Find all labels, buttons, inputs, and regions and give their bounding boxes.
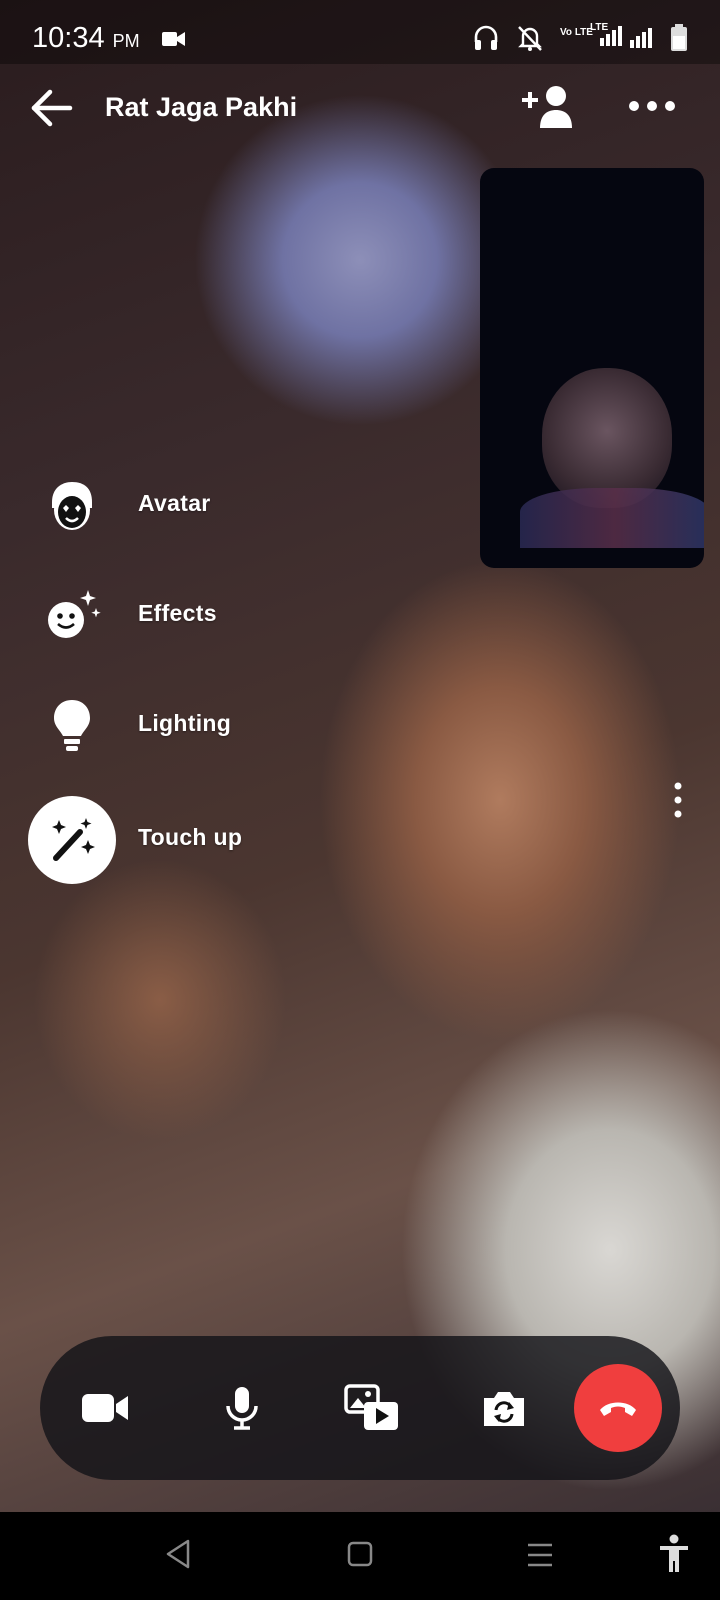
ampm-text: PM bbox=[112, 31, 140, 51]
system-navigation-bar bbox=[0, 1512, 720, 1600]
menu-item-touch-up[interactable]: Touch up bbox=[28, 796, 328, 884]
notifications-off-icon bbox=[518, 26, 542, 51]
self-view-video[interactable] bbox=[480, 168, 704, 568]
vertical-more-icon[interactable] bbox=[668, 780, 688, 820]
self-view-face bbox=[542, 368, 672, 508]
volte-text: Vo LTE bbox=[560, 27, 593, 38]
headphones-icon bbox=[474, 25, 498, 50]
video-camera-icon bbox=[162, 32, 185, 46]
menu-label-touch-up: Touch up bbox=[138, 824, 243, 850]
signal-icon bbox=[630, 28, 652, 48]
microphone-button[interactable] bbox=[202, 1368, 282, 1448]
time-text: 10:34 bbox=[32, 22, 105, 54]
self-view-clothing bbox=[520, 488, 704, 548]
back-arrow-icon[interactable] bbox=[28, 86, 76, 130]
battery-icon bbox=[671, 24, 687, 51]
magic-wand-icon bbox=[28, 796, 116, 884]
menu-item-lighting[interactable]: Lighting bbox=[28, 682, 328, 770]
menu-item-effects[interactable]: Effects bbox=[28, 572, 328, 660]
back-triangle-icon[interactable] bbox=[164, 1538, 192, 1570]
volte-icon: Vo LTE bbox=[560, 28, 593, 38]
avatar-icon bbox=[28, 462, 116, 550]
video-camera-icon bbox=[82, 1394, 128, 1422]
microphone-icon bbox=[226, 1387, 258, 1430]
share-media-icon bbox=[344, 1384, 398, 1430]
effects-icon bbox=[28, 572, 116, 660]
menu-item-avatar[interactable]: Avatar bbox=[28, 462, 328, 550]
menu-label-effects: Effects bbox=[138, 600, 217, 626]
call-controls-bar bbox=[40, 1336, 680, 1480]
end-call-button[interactable] bbox=[574, 1364, 662, 1452]
call-header: Rat Jaga Pakhi bbox=[0, 64, 720, 154]
more-options-icon[interactable] bbox=[628, 94, 676, 118]
page-title: Rat Jaga Pakhi bbox=[105, 92, 298, 122]
status-bar: 10:34 PM Vo LTE LTE bbox=[0, 0, 720, 64]
video-toggle-button[interactable] bbox=[66, 1368, 146, 1448]
share-media-button[interactable] bbox=[332, 1368, 412, 1448]
home-square-icon[interactable] bbox=[346, 1540, 374, 1568]
menu-label-lighting: Lighting bbox=[138, 710, 232, 736]
hang-up-icon bbox=[600, 1402, 636, 1416]
lightbulb-icon bbox=[28, 682, 116, 770]
add-person-icon[interactable] bbox=[520, 84, 576, 130]
recents-lines-icon[interactable] bbox=[526, 1542, 554, 1568]
status-time: 10:34 PM bbox=[32, 22, 140, 55]
flip-camera-icon bbox=[484, 1392, 524, 1426]
menu-label-avatar: Avatar bbox=[138, 490, 211, 516]
accessibility-icon[interactable] bbox=[658, 1534, 690, 1574]
flip-camera-button[interactable] bbox=[464, 1368, 544, 1448]
